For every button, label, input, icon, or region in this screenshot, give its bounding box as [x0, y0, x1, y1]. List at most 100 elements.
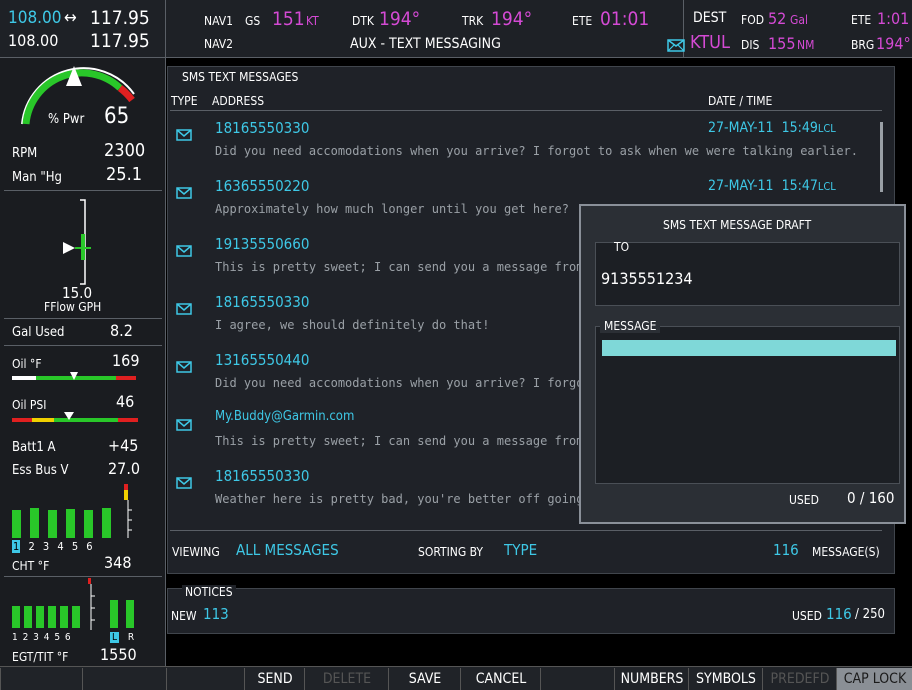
com1-standby[interactable]: 117.95 [90, 7, 150, 29]
man-label: Man "Hg [12, 170, 62, 185]
cancel-softkey[interactable]: CANCEL [460, 668, 541, 690]
com2-standby[interactable]: 117.95 [90, 30, 150, 52]
ess-value: 27.0 [108, 459, 141, 478]
oilf-value: 169 [112, 351, 140, 370]
softkey-blank-4[interactable] [540, 668, 615, 690]
com1-active[interactable]: 108.00 [8, 8, 62, 28]
dest-label: DEST [693, 10, 727, 26]
message-preview: This is pretty sweet; I can send you a m… [215, 434, 584, 448]
brg-label: BRG [851, 38, 875, 52]
envelope-icon [176, 419, 192, 431]
delete-softkey[interactable]: DELETE [304, 668, 389, 690]
message-icon [667, 37, 685, 52]
message-address: 18165550330 [215, 467, 310, 485]
egt-label: EGT/TIT °F [12, 650, 69, 664]
send-softkey[interactable]: SEND [244, 668, 305, 690]
message-count: 116 [773, 541, 799, 559]
message-address: 13165550440 [215, 351, 310, 369]
fflow-label: FFlow GPH [44, 300, 102, 314]
envelope-icon [176, 361, 192, 373]
egt-cylinder-labels: 1 2 3 4 5 6 [12, 632, 72, 643]
message-preview: This is pretty sweet; I can send you a m… [215, 260, 584, 274]
draft-title: SMS TEXT MESSAGE DRAFT [663, 218, 812, 232]
viewing-value[interactable]: ALL MESSAGES [236, 541, 339, 559]
message-address: 18165550330 [215, 119, 310, 137]
message-datetime: 27-MAY-11 15:47LCL [708, 178, 836, 194]
ess-label: Ess Bus V [12, 463, 69, 478]
envelope-icon [176, 187, 192, 199]
predefined-softkey[interactable]: PREDEFD [762, 668, 837, 690]
swap-arrow-icon: ↔ [64, 8, 77, 28]
man-value: 25.1 [106, 164, 143, 185]
gs-label: GS [245, 14, 261, 28]
message-label: MESSAGE [600, 319, 661, 333]
message-input[interactable] [602, 340, 896, 356]
notices-new-value: 113 [203, 605, 229, 623]
notices-panel [167, 588, 895, 634]
message-preview: Approximately how much longer until you … [215, 202, 570, 216]
com2-active[interactable]: 108.00 [8, 31, 58, 50]
cap-lock-softkey[interactable]: CAP LOCK [836, 668, 912, 690]
to-input[interactable]: 9135551234 [601, 269, 693, 288]
ete2-value: 1:01 [877, 9, 910, 28]
nav2-label: NAV2 [204, 37, 233, 51]
brg-value: 194° [876, 34, 911, 53]
pwr-value: 65 [104, 104, 130, 129]
sorting-label: SORTING BY [418, 545, 483, 559]
to-label: TO [614, 240, 630, 254]
dtk-value: 194° [379, 8, 421, 30]
fod-label: FOD [741, 13, 765, 27]
draft-used-value: 0 / 160 [847, 489, 895, 507]
message-datetime: 27-MAY-11 15:49LCL [708, 120, 836, 136]
fod-unit: Gal [790, 13, 808, 27]
rpm-label: RPM [12, 146, 38, 161]
gal-value: 8.2 [110, 321, 133, 340]
symbols-softkey[interactable]: SYMBOLS [688, 668, 763, 690]
batt-label: Batt1 A [12, 440, 56, 455]
ete-label: ETE [572, 14, 593, 28]
cht-cylinder-labels: 1 2 3 4 5 6 [12, 540, 93, 553]
pwr-label: % Pwr [48, 112, 85, 127]
dtk-label: DTK [352, 14, 374, 28]
envelope-icon [176, 129, 192, 141]
gal-label: Gal Used [12, 325, 65, 340]
softkey-blank-3[interactable] [166, 668, 245, 690]
notices-used-total: / 250 [855, 607, 885, 622]
save-softkey[interactable]: SAVE [388, 668, 461, 690]
tit-bargraph [108, 598, 138, 628]
rpm-value: 2300 [104, 140, 146, 161]
col-address: ADDRESS [212, 94, 265, 108]
cht-bargraph [12, 504, 122, 538]
egt-value: 1550 [100, 645, 137, 664]
notices-used-value: 116 [826, 605, 852, 623]
scrollbar-thumb[interactable] [880, 122, 883, 192]
page-title: AUX - TEXT MESSAGING [350, 36, 501, 52]
cht-value: 348 [104, 553, 132, 572]
viewing-label: VIEWING [172, 545, 220, 559]
draft-used-label: USED [789, 493, 819, 507]
batt-value: +45 [108, 436, 139, 455]
list-item[interactable]: 18165550330 27-MAY-11 15:49LCL Did you n… [170, 116, 876, 166]
notices-title: NOTICES [182, 585, 236, 599]
message-preview: I agree, we should definitely do that! [215, 318, 490, 332]
sorting-value[interactable]: TYPE [504, 541, 537, 559]
message-address: 16365550220 [215, 177, 310, 195]
softkey-blank-1[interactable] [0, 668, 83, 690]
message-preview: Did you need accomodations when you arri… [215, 144, 858, 158]
softkey-blank-2[interactable] [82, 668, 167, 690]
envelope-icon [176, 477, 192, 489]
notices-used-label: USED [792, 609, 822, 623]
message-count-label: MESSAGE(S) [812, 545, 880, 559]
ete-value: 01:01 [600, 8, 650, 30]
envelope-icon [176, 303, 192, 315]
cht-label: CHT °F [12, 559, 50, 573]
nav1-label: NAV1 [204, 14, 233, 28]
trk-value: 194° [491, 8, 533, 30]
ete2-label: ETE [851, 13, 872, 27]
dis-unit: NM [797, 38, 815, 52]
egt-lr-labels: L R [110, 632, 135, 643]
col-type: TYPE [171, 94, 198, 108]
fod-value: 52 [768, 9, 787, 28]
oil-temp-gauge [12, 372, 136, 380]
numbers-softkey[interactable]: NUMBERS [614, 668, 689, 690]
